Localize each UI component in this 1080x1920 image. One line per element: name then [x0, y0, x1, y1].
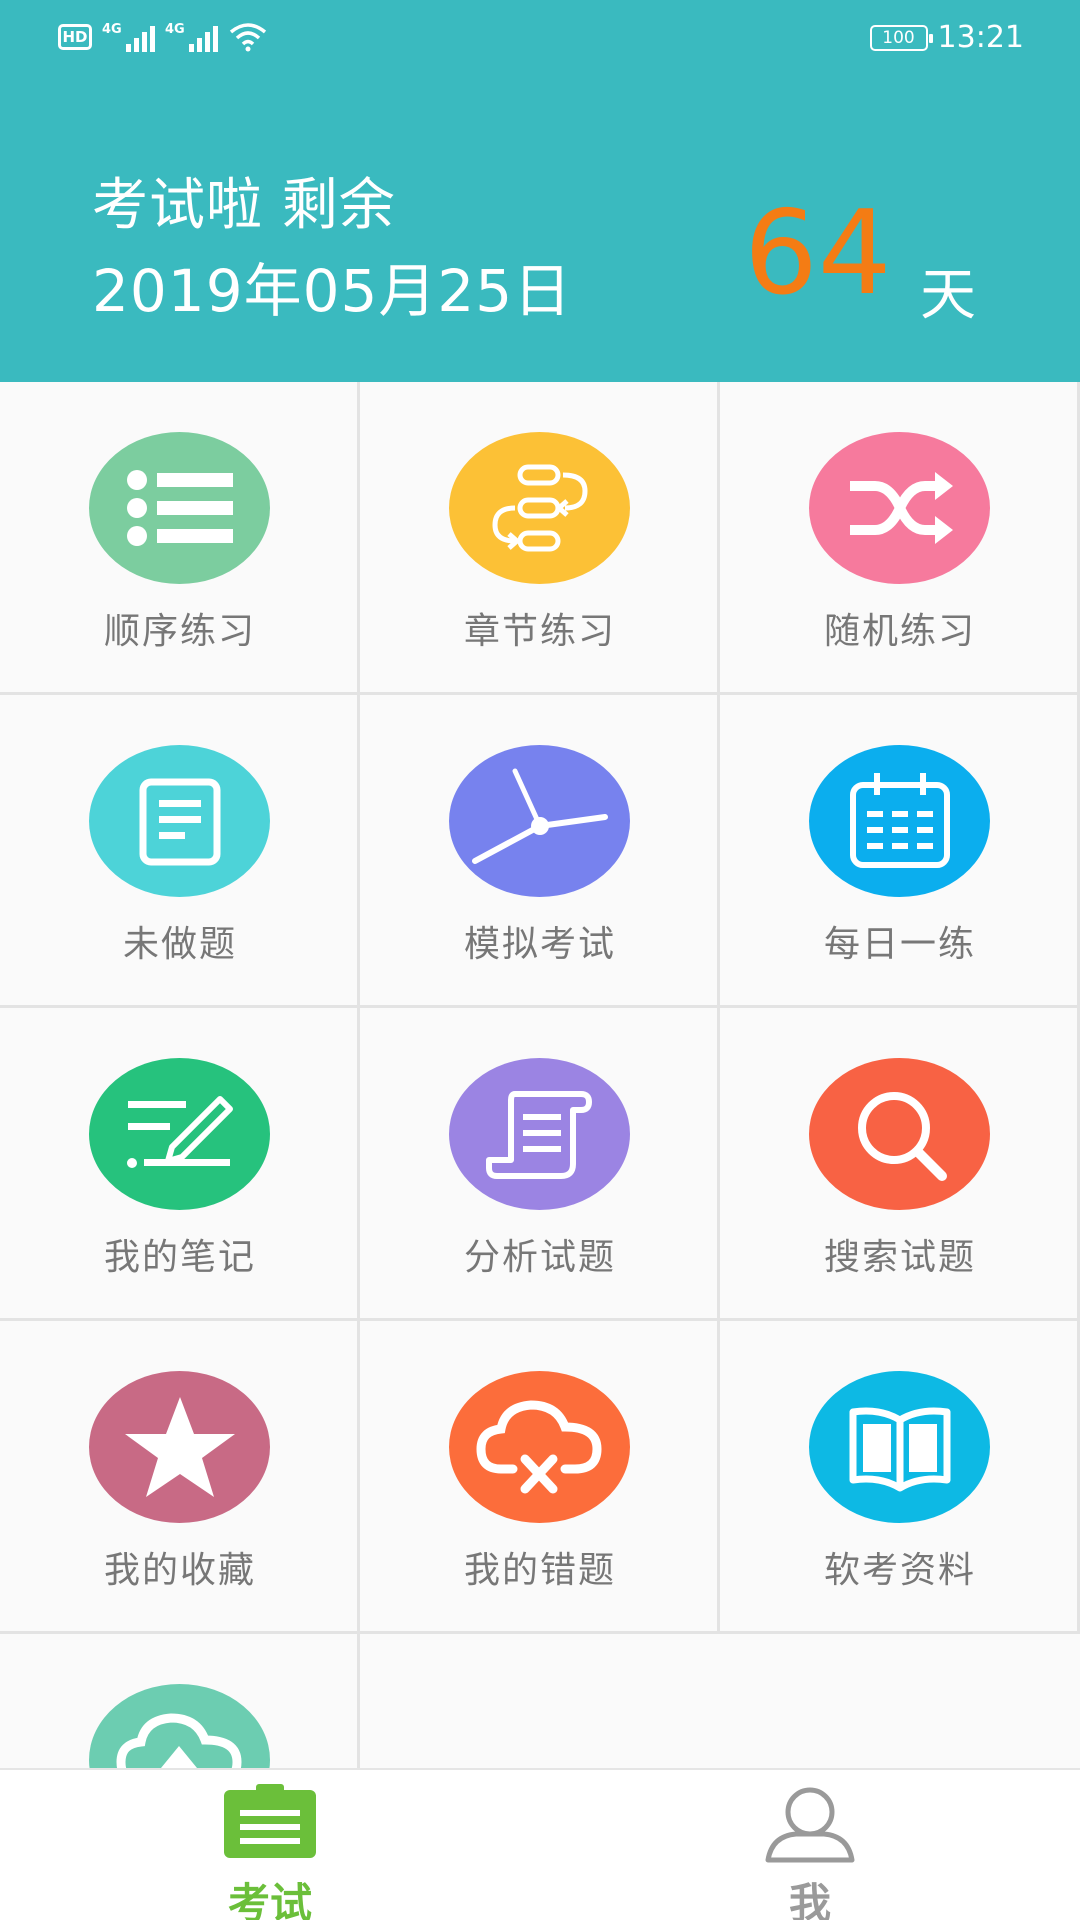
list-icon	[89, 432, 270, 584]
cloud-x-icon	[449, 1371, 630, 1523]
bottom-nav: 考试 我	[0, 1768, 1080, 1920]
grid-item-label: 分析试题	[463, 1237, 616, 1278]
grid-item-partial[interactable]	[0, 1634, 360, 1770]
status-time: 13:21	[937, 20, 1024, 55]
wifi-icon	[229, 23, 267, 52]
grid-item-label: 我的错题	[463, 1550, 616, 1591]
grid-item-label: 章节练习	[463, 611, 616, 652]
grid-item-undone-questions[interactable]: 未做题	[0, 695, 360, 1008]
tab-exam-label: 考试	[227, 1879, 312, 1920]
tab-me-label: 我	[788, 1879, 831, 1920]
signal-icon: 4G	[165, 22, 218, 52]
book-icon	[809, 1371, 990, 1523]
grid-item-label: 模拟考试	[463, 924, 616, 965]
calendar-icon	[809, 745, 990, 897]
grid-item-label: 我的笔记	[103, 1237, 256, 1278]
flow-icon	[449, 432, 630, 584]
days-remaining: 64	[744, 186, 892, 321]
grid-item-search-questions[interactable]: 搜索试题	[720, 1008, 1080, 1321]
exam-countdown-title: 考试啦 剩余	[92, 173, 396, 238]
shuffle-icon	[809, 432, 990, 584]
grid-item-chapter-practice[interactable]: 章节练习	[360, 382, 720, 695]
grid-item-label: 我的收藏	[103, 1550, 256, 1591]
grid-item-label: 顺序练习	[103, 611, 256, 652]
note-pen-icon	[89, 1058, 270, 1210]
feature-grid: 顺序练习 章节练习 随机练习 未做题 模拟考试 每日一练 我的笔记 分析试题 搜…	[0, 382, 1080, 1770]
tab-exam[interactable]: 考试	[0, 1770, 540, 1920]
status-bar: HD 4G 4G 100 13:21	[0, 0, 1080, 78]
header: HD 4G 4G 100 13:21 考试啦 剩余 2019年05月25日 64…	[0, 0, 1080, 382]
grid-item-my-notes[interactable]: 我的笔记	[0, 1008, 360, 1321]
search-icon	[809, 1058, 990, 1210]
tab-me[interactable]: 我	[540, 1770, 1080, 1920]
exam-date: 2019年05月25日	[92, 257, 573, 325]
person-icon	[765, 1787, 855, 1863]
grid-item-label: 软考资料	[823, 1550, 976, 1591]
scroll-icon	[449, 1058, 630, 1210]
clock-icon	[449, 745, 630, 897]
grid-item-analyze-questions[interactable]: 分析试题	[360, 1008, 720, 1321]
clipboard-icon	[224, 1784, 316, 1858]
grid-item-my-wrong-questions[interactable]: 我的错题	[360, 1321, 720, 1634]
status-left: HD 4G 4G	[58, 22, 268, 52]
hd-badge: HD	[58, 24, 92, 50]
grid-item-daily-practice[interactable]: 每日一练	[720, 695, 1080, 1008]
star-icon	[89, 1371, 270, 1523]
grid-item-label: 随机练习	[823, 611, 976, 652]
grid-item-software-exam-materials[interactable]: 软考资料	[720, 1321, 1080, 1634]
grid-item-random-practice[interactable]: 随机练习	[720, 382, 1080, 695]
battery-icon: 100	[869, 24, 933, 51]
grid-item-label: 未做题	[122, 924, 237, 965]
cloud-upload-icon	[89, 1684, 270, 1770]
grid-item-mock-exam[interactable]: 模拟考试	[360, 695, 720, 1008]
document-icon	[89, 745, 270, 897]
days-unit: 天	[920, 263, 976, 328]
grid-item-sequential-practice[interactable]: 顺序练习	[0, 382, 360, 695]
grid-item-label: 搜索试题	[823, 1237, 976, 1278]
grid-item-my-favorites[interactable]: 我的收藏	[0, 1321, 360, 1634]
signal-icon: 4G	[102, 22, 155, 52]
grid-item-label: 每日一练	[823, 924, 976, 965]
status-right: 100 13:21	[869, 20, 1024, 55]
